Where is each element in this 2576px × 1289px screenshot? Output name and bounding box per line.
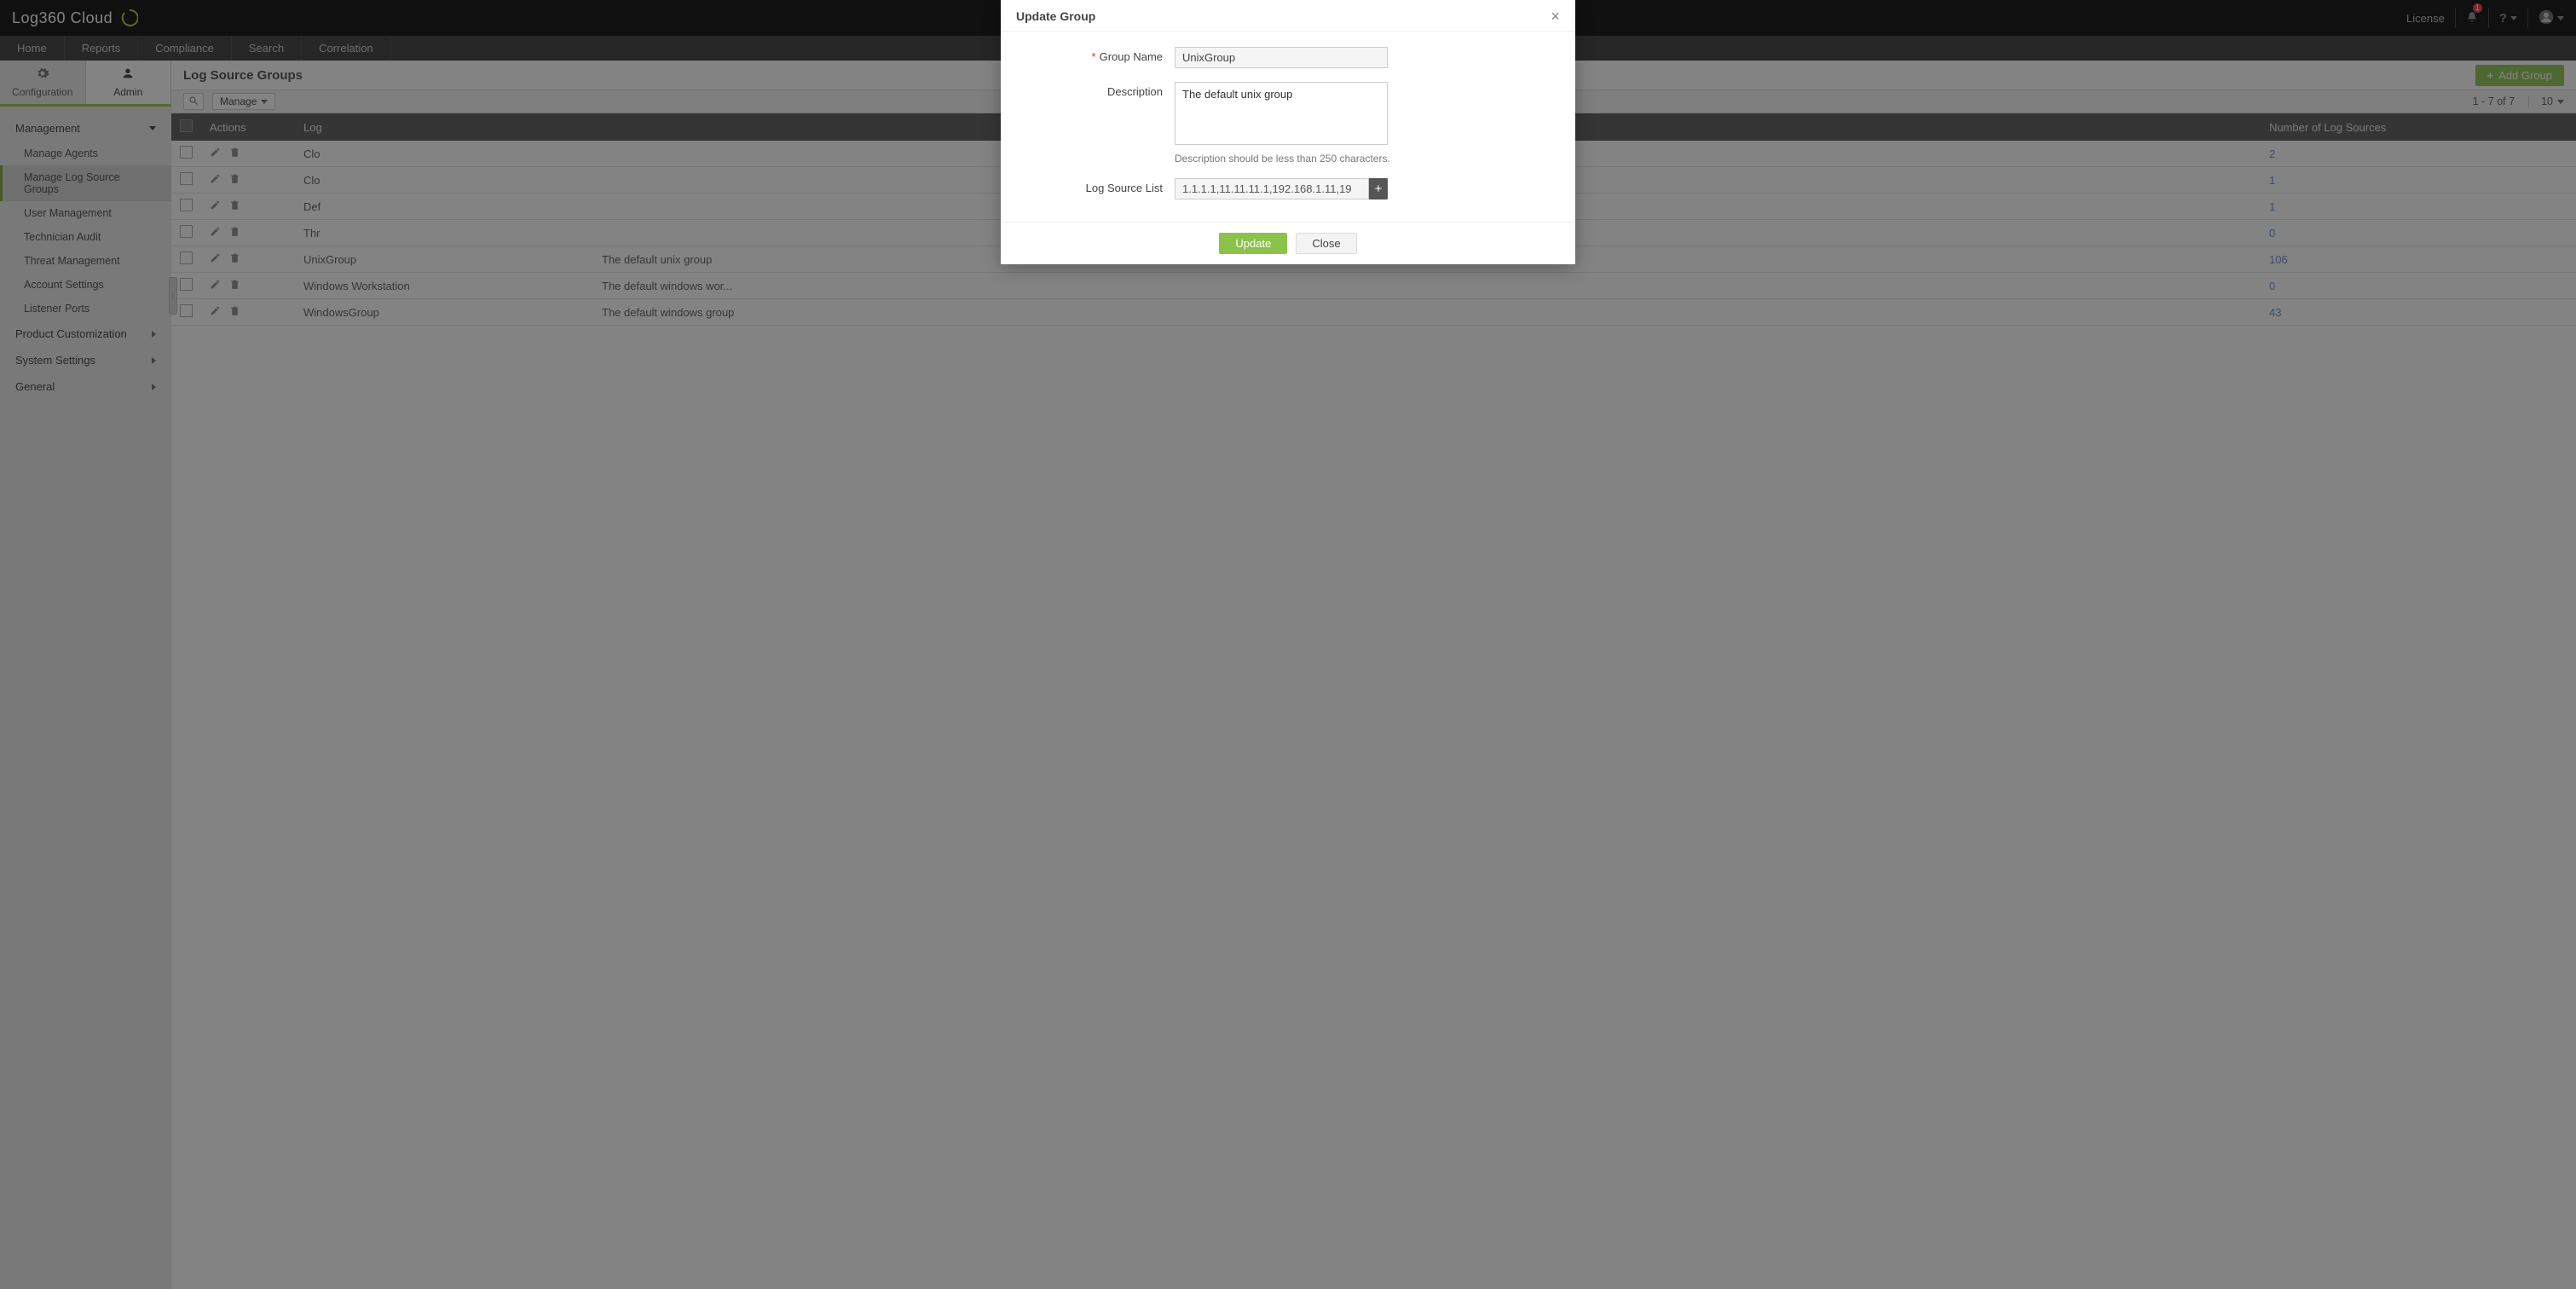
modal-header: Update Group × <box>1001 0 1575 32</box>
log-source-add-button[interactable]: + <box>1369 178 1388 199</box>
modal-overlay: Update Group × *Group Name Description D… <box>0 0 2576 1289</box>
form-row-log-source-list: Log Source List + <box>1028 178 1548 199</box>
modal-title: Update Group <box>1016 9 1095 23</box>
update-button[interactable]: Update <box>1219 233 1287 254</box>
modal-close-button[interactable]: × <box>1551 9 1560 24</box>
group-name-label: *Group Name <box>1028 47 1175 63</box>
description-input[interactable] <box>1175 82 1388 145</box>
group-name-input[interactable] <box>1175 47 1388 68</box>
plus-icon: + <box>1375 182 1383 196</box>
description-help-text: Description should be less than 250 char… <box>1175 153 1548 165</box>
close-button[interactable]: Close <box>1296 233 1356 254</box>
required-asterisk: * <box>1092 50 1096 63</box>
form-row-description: Description Description should be less t… <box>1028 82 1548 165</box>
close-icon: × <box>1551 8 1560 25</box>
form-row-group-name: *Group Name <box>1028 47 1548 68</box>
log-source-list-label: Log Source List <box>1028 178 1175 194</box>
log-source-list-input[interactable] <box>1175 178 1369 199</box>
description-label: Description <box>1028 82 1175 98</box>
update-group-modal: Update Group × *Group Name Description D… <box>1001 0 1575 264</box>
modal-footer: Update Close <box>1001 222 1575 264</box>
modal-body: *Group Name Description Description shou… <box>1001 32 1575 222</box>
